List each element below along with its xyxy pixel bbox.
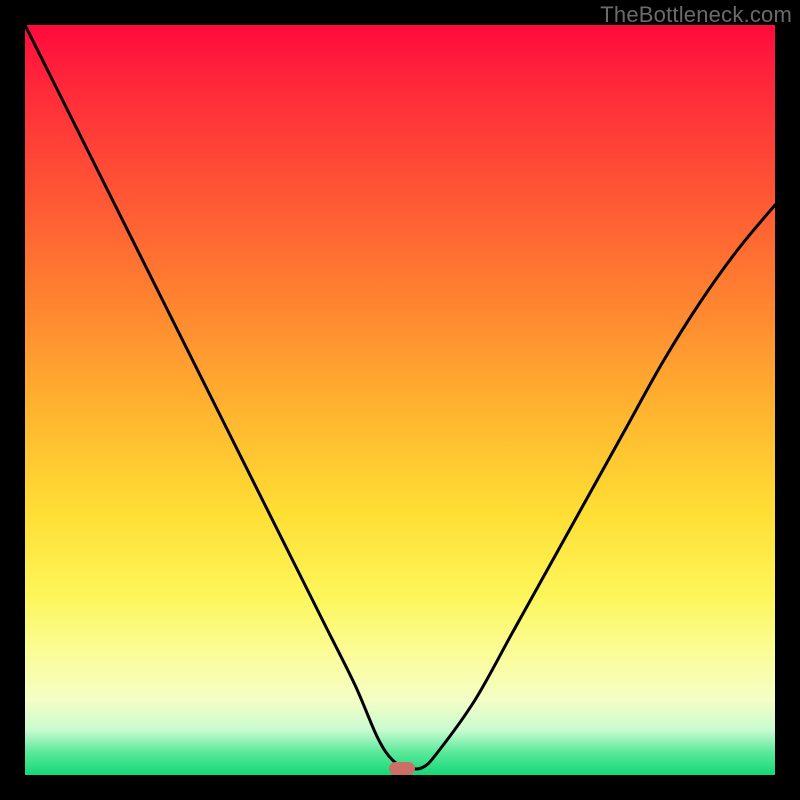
min-marker (389, 762, 415, 775)
plot-area (25, 25, 775, 775)
chart-frame: TheBottleneck.com (0, 0, 800, 800)
curve-path (25, 25, 775, 769)
bottleneck-curve (25, 25, 775, 775)
